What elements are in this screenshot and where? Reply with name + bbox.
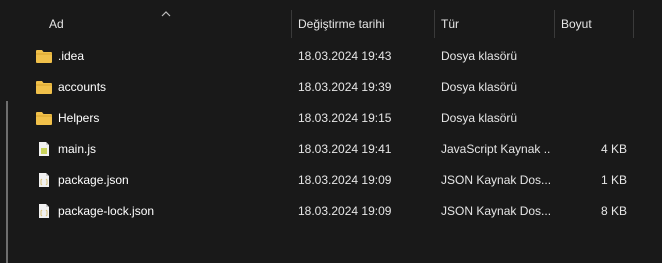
js-file-icon [36,142,52,156]
file-name: accounts [58,80,107,94]
file-size: 1 KB [600,173,627,187]
file-size [560,41,627,72]
column-header-name[interactable]: Ad [43,10,291,38]
json-file-icon [36,173,52,187]
folder-icon [36,80,52,94]
file-name: main.js [58,142,97,156]
file-name: package.json [58,173,129,187]
column-header-type[interactable]: Tür [435,10,554,38]
file-name: .idea [58,49,85,63]
file-size: 4 KB [600,142,627,156]
file-modified-date: 18.03.2024 19:41 [298,142,392,156]
column-header-modified[interactable]: Değiştirme tarihi [292,10,434,38]
file-row[interactable]: package-lock.json 18.03.2024 19:09 JSON … [0,196,662,227]
file-modified-date: 18.03.2024 19:15 [298,111,392,125]
file-modified-date: 18.03.2024 19:39 [298,80,392,94]
file-name: package-lock.json [58,204,155,218]
column-header-size[interactable]: Boyut [555,10,633,38]
column-divider[interactable] [633,10,634,38]
file-row[interactable]: accounts 18.03.2024 19:39 Dosya klasörü [0,72,662,103]
file-size: 8 KB [600,204,627,218]
json-file-icon [36,204,52,218]
file-modified-date: 18.03.2024 19:09 [298,204,392,218]
column-header-row: Ad Değiştirme tarihi Tür Boyut [0,10,662,38]
file-modified-date: 18.03.2024 19:09 [298,173,392,187]
file-explorer-list: Ad Değiştirme tarihi Tür Boyut .idea 18.… [0,0,662,263]
file-row[interactable]: .idea 18.03.2024 19:43 Dosya klasörü [0,41,662,72]
file-name: Helpers [58,111,100,125]
file-type: Dosya klasörü [441,111,518,125]
file-type: Dosya klasörü [441,80,518,94]
file-type: JSON Kaynak Dos... [441,173,551,187]
folder-icon [36,111,52,125]
file-size [560,72,627,103]
file-row[interactable]: Helpers 18.03.2024 19:15 Dosya klasörü [0,103,662,134]
file-type: JSON Kaynak Dos... [441,204,551,218]
folder-icon [36,49,52,63]
file-row[interactable]: package.json 18.03.2024 19:09 JSON Kayna… [0,165,662,196]
file-type: JavaScript Kaynak ... [441,142,551,156]
file-row[interactable]: main.js 18.03.2024 19:41 JavaScript Kayn… [0,134,662,165]
file-size [560,103,627,134]
file-type: Dosya klasörü [441,49,518,63]
file-modified-date: 18.03.2024 19:43 [298,49,392,63]
